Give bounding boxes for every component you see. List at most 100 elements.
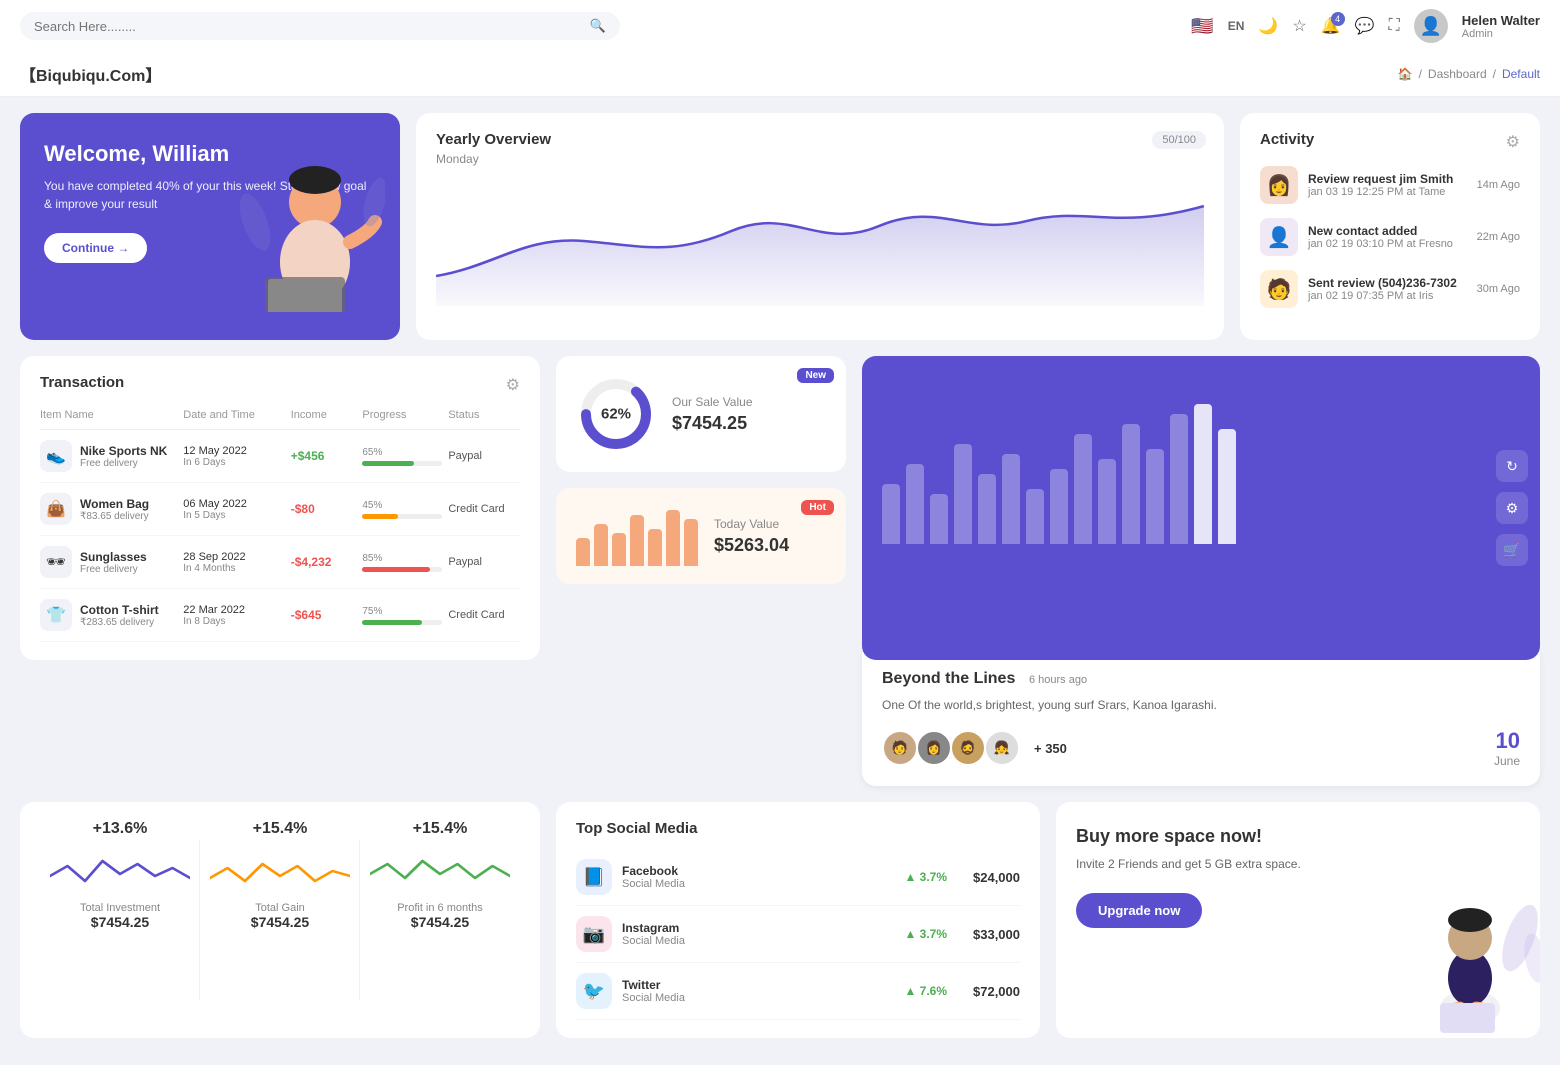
main-content: Welcome, William You have completed 40% …	[0, 97, 1560, 1054]
item-icon-0: 👟	[40, 440, 72, 472]
social-icon-0: 📘	[576, 859, 612, 895]
bar-chart-item	[1194, 404, 1212, 544]
act-sub-0: jan 03 19 12:25 PM at Tame	[1308, 186, 1467, 198]
lang-label[interactable]: EN	[1228, 19, 1245, 33]
event-date: 10 June	[1494, 728, 1520, 768]
item-date-3: 22 Mar 2022 In 8 Days	[183, 604, 290, 627]
user-info: Helen Walter Admin	[1462, 13, 1540, 40]
search-icon: 🔍	[590, 18, 606, 34]
bar-chart-item	[930, 494, 948, 544]
upgrade-button[interactable]: Upgrade now	[1076, 893, 1202, 928]
event-avatars-row: 🧑 👩 🧔 👧 + 350 10 June	[882, 728, 1520, 768]
welcome-illustration	[220, 113, 400, 340]
transaction-gear-icon[interactable]: ⚙	[506, 375, 520, 395]
bar-mini-item	[594, 524, 608, 566]
table-row: 🕶 Sunglasses Free delivery 28 Sep 2022 I…	[40, 536, 520, 589]
col-status: Status	[448, 409, 520, 421]
social-growth-1: ▲ 3.7%	[904, 927, 947, 941]
notification-icon[interactable]: 🔔4	[1321, 16, 1341, 36]
social-value-0: $24,000	[973, 870, 1020, 885]
table-row: 👟 Nike Sports NK Free delivery 12 May 20…	[40, 430, 520, 483]
item-income-3: -$645	[291, 608, 363, 622]
mini-label-1: Total Gain	[210, 902, 350, 914]
row-2: Transaction ⚙ Item Name Date and Time In…	[20, 356, 1540, 660]
event-avatar-0: 🧑	[882, 730, 918, 766]
col-item-name: Item Name	[40, 409, 183, 421]
mini-wave-0	[50, 846, 190, 896]
continue-button[interactable]: Continue →	[44, 233, 147, 263]
bar-rect-11	[1146, 449, 1164, 544]
chart-gear-icon[interactable]: ⚙	[1496, 492, 1528, 524]
mini-value-2: $7454.25	[370, 914, 510, 930]
activity-avatar-2: 🧑	[1260, 270, 1298, 308]
event-plus-count: + 350	[1034, 741, 1067, 756]
buyspace-title: Buy more space now!	[1076, 826, 1520, 847]
item-date-1: 06 May 2022 In 5 Days	[183, 498, 290, 521]
bar-rect-10	[1122, 424, 1140, 544]
event-card: Beyond the Lines 6 hours ago One Of the …	[862, 652, 1540, 786]
bar-chart-item	[1002, 454, 1020, 544]
col-progress: Progress	[362, 409, 448, 421]
bar-rect-12	[1170, 414, 1188, 544]
table-header: Transaction ⚙	[40, 374, 520, 395]
bar-rect-0	[882, 484, 900, 544]
flag-icon[interactable]: 🇺🇸	[1191, 16, 1213, 37]
chart-refresh-icon[interactable]: ↻	[1496, 450, 1528, 482]
search-box[interactable]: 🔍	[20, 12, 620, 40]
avatar[interactable]: 👤	[1414, 9, 1448, 43]
breadcrumb: 🏠 / Dashboard / Default	[1398, 67, 1540, 81]
social-type-0: Social Media	[622, 878, 894, 890]
bar-rect-5	[1002, 454, 1020, 544]
donut-label: 62%	[601, 406, 631, 423]
activity-text-1: New contact added jan 02 19 03:10 PM at …	[1308, 224, 1467, 250]
message-icon[interactable]: 💬	[1355, 16, 1375, 36]
bar-mini-item	[612, 533, 626, 566]
activity-gear-icon[interactable]: ⚙	[1506, 132, 1520, 152]
yearly-subtitle: Monday	[436, 152, 1204, 166]
home-icon[interactable]: 🏠	[1398, 67, 1413, 81]
act-sub-2: jan 02 19 07:35 PM at Iris	[1308, 290, 1467, 302]
brand-label: 【Biqubiqu.Com】	[20, 62, 161, 86]
chart-cart-icon[interactable]: 🛒	[1496, 534, 1528, 566]
item-income-1: -$80	[291, 502, 363, 516]
top-navigation: 🔍 🇺🇸 EN 🌙 ☆ 🔔4 💬 ⛶ 👤 Helen Walter Admin	[0, 0, 1560, 52]
activity-item-2: 🧑 Sent review (504)236-7302 jan 02 19 07…	[1260, 270, 1520, 308]
bar-rect-9	[1098, 459, 1116, 544]
bar-rect-3	[954, 444, 972, 544]
bar-mini-item	[684, 519, 698, 566]
transaction-title: Transaction	[40, 374, 124, 391]
item-name-0: Nike Sports NK	[80, 444, 167, 458]
mini-label-0: Total Investment	[50, 902, 190, 914]
breadcrumb-dashboard[interactable]: Dashboard	[1428, 67, 1487, 81]
fullscreen-icon[interactable]: ⛶	[1389, 17, 1400, 35]
item-status-3: Credit Card	[448, 609, 520, 621]
social-icon-2: 🐦	[576, 973, 612, 1009]
bar-mini-item	[666, 510, 680, 566]
row-1: Welcome, William You have completed 40% …	[20, 113, 1540, 340]
bar-rect-6	[1026, 489, 1044, 544]
activity-avatar-0: 👩	[1260, 166, 1298, 204]
row-3: Beyond the Lines 6 hours ago One Of the …	[20, 668, 1540, 786]
social-value-2: $72,000	[973, 984, 1020, 999]
item-info-3: 👕 Cotton T-shirt ₹283.65 delivery	[40, 599, 183, 631]
transaction-card: Transaction ⚙ Item Name Date and Time In…	[20, 356, 540, 660]
buyspace-description: Invite 2 Friends and get 5 GB extra spac…	[1076, 855, 1520, 873]
bar-chart-item	[906, 464, 924, 544]
sale-new-info: Our Sale Value $7454.25	[672, 395, 753, 434]
yearly-card: Yearly Overview Monday 50/100	[416, 113, 1224, 340]
mini-chart-item-2: +15.4%Profit in 6 months$7454.25	[360, 820, 520, 1020]
social-name-2: Twitter	[622, 978, 894, 992]
bar-chart-item	[1146, 449, 1164, 544]
act-time-0: 14m Ago	[1477, 179, 1520, 191]
sale-hot-value: $5263.04	[714, 535, 789, 556]
item-progress-0: 65%	[362, 447, 448, 466]
table-columns: Item Name Date and Time Income Progress …	[40, 409, 520, 430]
social-growth-0: ▲ 3.7%	[904, 870, 947, 884]
star-icon[interactable]: ☆	[1292, 16, 1306, 36]
social-info-0: Facebook Social Media	[622, 864, 894, 890]
moon-icon[interactable]: 🌙	[1258, 16, 1278, 36]
act-title-1: New contact added	[1308, 224, 1467, 238]
bar-chart-item	[1122, 424, 1140, 544]
item-progress-3: 75%	[362, 606, 448, 625]
search-input[interactable]	[34, 19, 582, 34]
